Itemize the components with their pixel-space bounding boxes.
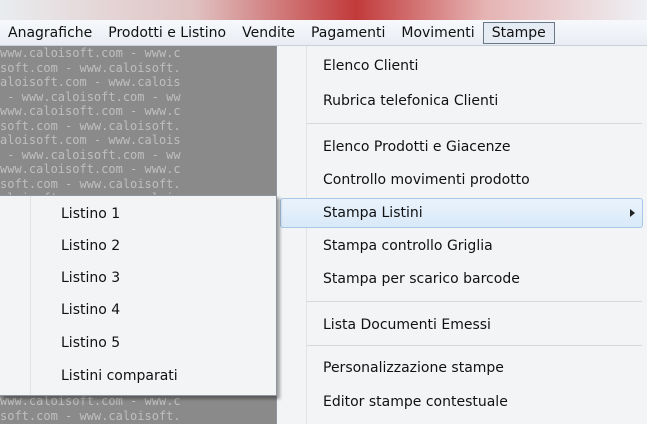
submenu-arrow-icon: [630, 209, 635, 217]
menu-separator: [307, 345, 642, 346]
submenu-item-listino-4[interactable]: Listino 4: [61, 296, 120, 324]
menu-item-elenco-clienti[interactable]: Elenco Clienti: [323, 52, 418, 80]
menu-item-rubrica-telefonica-clienti[interactable]: Rubrica telefonica Clienti: [323, 87, 498, 115]
menu-item-stampa-controllo-griglia[interactable]: Stampa controllo Griglia: [323, 232, 493, 260]
menu-prodotti-e-listino[interactable]: Prodotti e Listino: [100, 22, 234, 44]
submenu-item-listino-5[interactable]: Listino 5: [61, 329, 120, 357]
dropdown-gutter: [277, 46, 307, 424]
watermark-line: www.caloisoft.com - www.c: [0, 104, 181, 118]
watermark-line: aloisoft.com - www.calois: [0, 133, 181, 147]
menu-separator: [307, 123, 642, 124]
stampe-dropdown: Elenco Clienti Rubrica telefonica Client…: [276, 46, 647, 424]
menubar: Anagrafiche Prodotti e Listino Vendite P…: [0, 20, 647, 46]
submenu-item-listino-3[interactable]: Listino 3: [61, 264, 120, 292]
menu-item-editor-stampe-contestuale[interactable]: Editor stampe contestuale: [323, 388, 508, 416]
menu-item-elenco-prodotti-giacenze[interactable]: Elenco Prodotti e Giacenze: [323, 133, 510, 161]
window-title-strip: [0, 0, 647, 20]
watermark-line: soft.com - www.caloisoft.: [0, 60, 181, 75]
watermark-line: www.caloisoft.com - www.c: [0, 162, 181, 176]
watermark-line: - www.caloisoft.com - ww: [0, 147, 181, 162]
submenu-gutter: [0, 196, 31, 395]
menu-item-stampa-listini[interactable]: Stampa Listini: [323, 199, 423, 227]
menu-vendite[interactable]: Vendite: [234, 22, 303, 44]
menu-item-personalizzazione-stampe[interactable]: Personalizzazione stampe: [323, 354, 504, 382]
submenu-item-listino-1[interactable]: Listino 1: [61, 200, 120, 228]
menu-item-lista-documenti-emessi[interactable]: Lista Documenti Emessi: [323, 311, 491, 339]
menu-stampe[interactable]: Stampe: [482, 21, 555, 44]
listini-submenu: Listino 1 Listino 2 Listino 3 Listino 4 …: [0, 195, 277, 396]
menu-separator: [307, 301, 642, 302]
watermark-line: - www.caloisoft.com - ww: [0, 89, 181, 104]
menu-movimenti[interactable]: Movimenti: [393, 22, 482, 44]
menu-item-controllo-movimenti-prodotto[interactable]: Controllo movimenti prodotto: [323, 166, 530, 194]
watermark-line: aloisoft.com - www.calois: [0, 75, 181, 89]
watermark-line: soft.com - www.caloisoft.: [0, 118, 181, 133]
watermark-line: soft.com - www.caloisoft.: [0, 408, 181, 423]
submenu-item-listini-comparati[interactable]: Listini comparati: [61, 362, 178, 390]
submenu-item-listino-2[interactable]: Listino 2: [61, 232, 120, 260]
menu-anagrafiche[interactable]: Anagrafiche: [0, 22, 100, 44]
watermark-line: www.caloisoft.com - www.c: [0, 394, 181, 408]
watermark-line: www.caloisoft.com - www.c: [0, 46, 181, 60]
menu-pagamenti[interactable]: Pagamenti: [303, 22, 393, 44]
menu-item-stampa-scarico-barcode[interactable]: Stampa per scarico barcode: [323, 265, 520, 293]
watermark-line: soft.com - www.caloisoft.: [0, 176, 181, 191]
